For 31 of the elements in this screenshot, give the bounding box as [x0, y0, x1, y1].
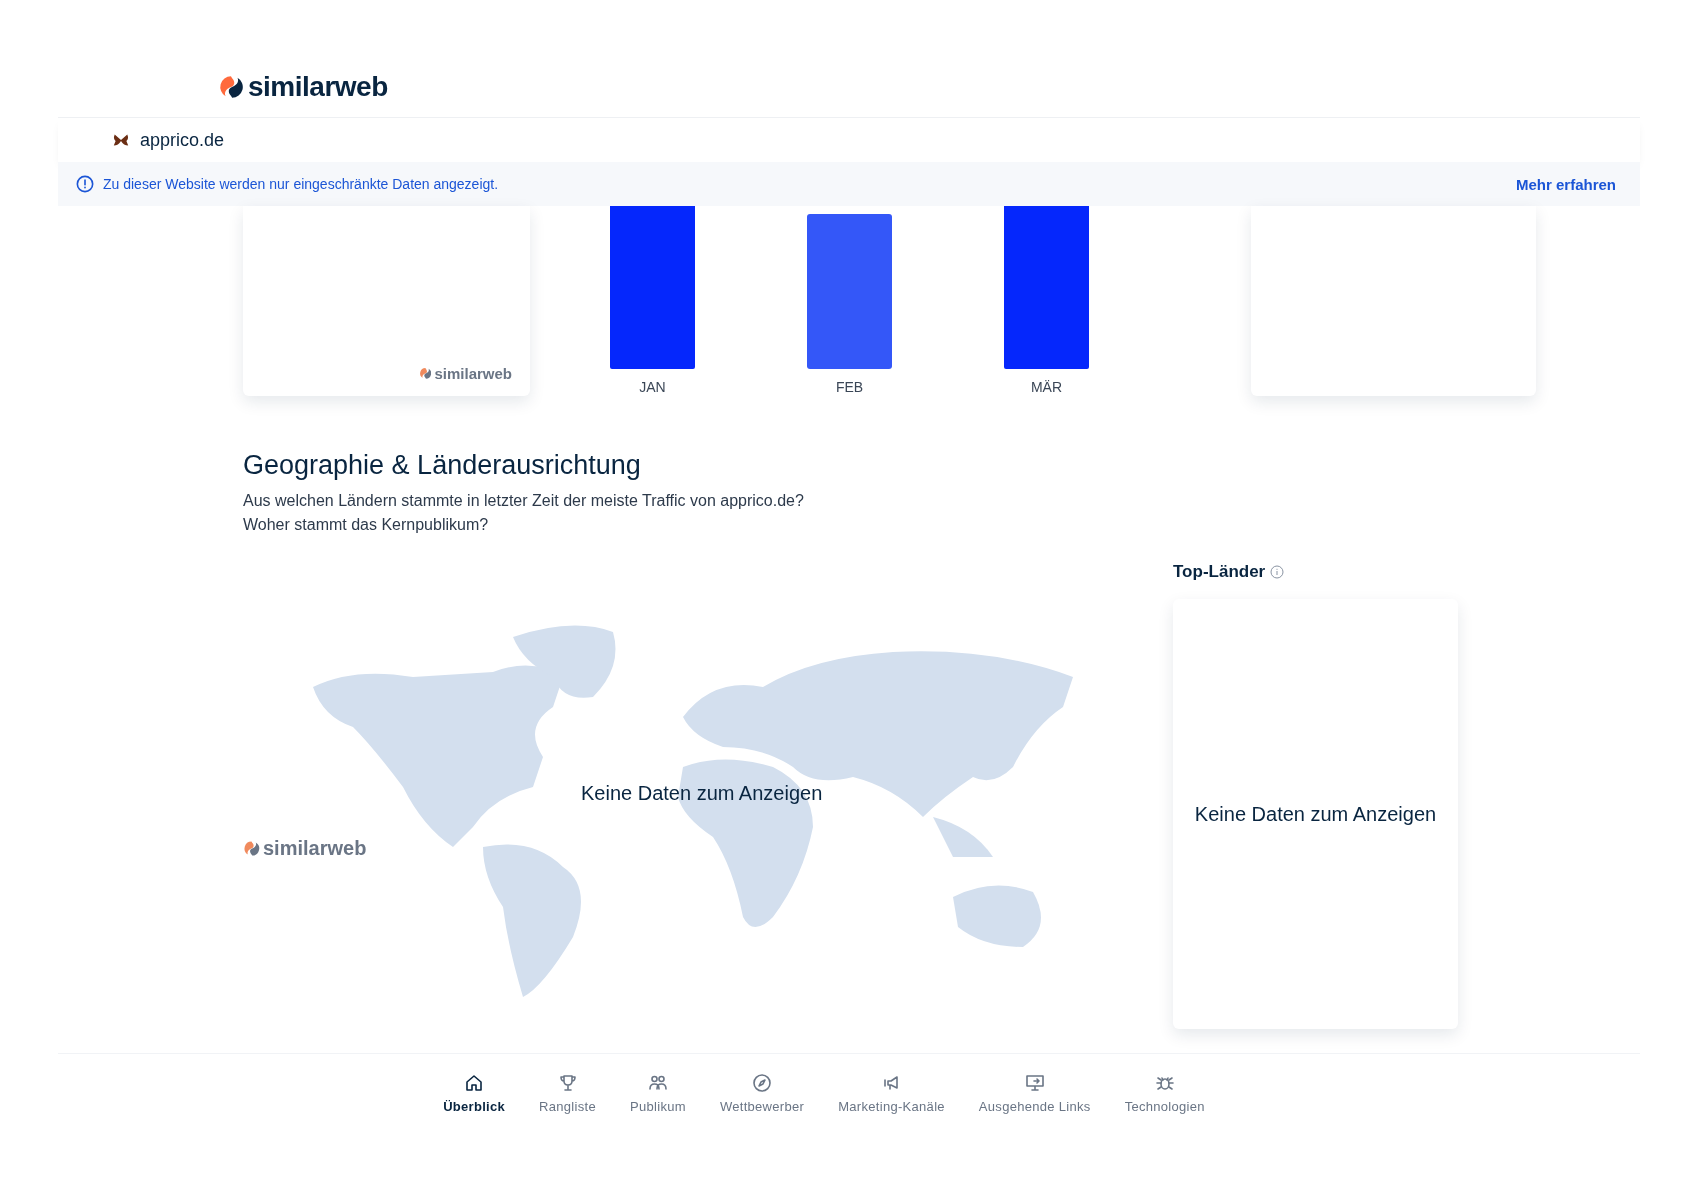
learn-more-link[interactable]: Mehr erfahren	[1515, 175, 1616, 193]
nav-tab[interactable]: Rangliste	[539, 1054, 596, 1134]
nav-tab[interactable]: Publikum	[630, 1054, 686, 1134]
notice-text: Zu dieser Website werden nur eingeschränkte Daten angezeigt.	[103, 176, 500, 192]
month-label: MÄR	[1030, 379, 1063, 395]
watermark: similarweb	[418, 365, 512, 382]
watermark: similarweb	[243, 837, 367, 860]
empty-state-message: Keine Daten zum Anzeigen	[1194, 802, 1437, 826]
empty-state-message: Keine Daten zum Anzeigen	[581, 782, 823, 805]
trophy-icon	[557, 1073, 578, 1093]
monitor-icon	[1024, 1073, 1045, 1093]
site-domain: apprico.de	[140, 129, 225, 151]
similarweb-logo[interactable]: similarweb	[218, 71, 388, 103]
nav-tab[interactable]: Überblick	[443, 1054, 506, 1134]
month-label: JAN	[639, 379, 666, 395]
people-icon	[647, 1073, 668, 1093]
compass-icon	[752, 1073, 772, 1093]
info-icon[interactable]	[1270, 565, 1285, 579]
section-description: Aus welchen Ländern stammte in letzter Zeit der meiste Traffic von apprico.de?	[243, 491, 805, 511]
panel-title: Top-Länder	[1173, 562, 1266, 582]
info-icon	[76, 175, 94, 193]
nav-tab[interactable]: Marketing-Kanäle	[838, 1054, 945, 1134]
logo-text: similarweb	[248, 71, 388, 103]
nav-tab[interactable]: Technologien	[1124, 1054, 1205, 1134]
logo-icon	[218, 74, 244, 100]
month-label: FEB	[835, 379, 864, 395]
section-title: Geographie & Länderausrichtung	[243, 450, 642, 481]
section-description: Woher stammt das Kernpublikum?	[243, 515, 490, 535]
nav-tab[interactable]: Ausgehende Links	[978, 1054, 1091, 1134]
nav-tab[interactable]: Wettbewerber	[719, 1054, 805, 1134]
home-icon	[464, 1073, 485, 1093]
